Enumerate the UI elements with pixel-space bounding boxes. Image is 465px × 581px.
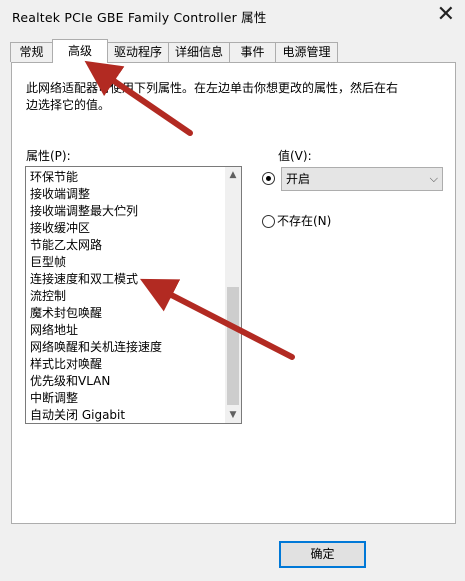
list-item[interactable]: 网络地址: [30, 322, 78, 339]
scrollbar-thumb[interactable]: [227, 287, 239, 405]
radio-selected-dot: [266, 176, 271, 181]
description-text: 此网络适配器可使用下列属性。在左边单击你想更改的属性，然后在右边选择它的值。: [26, 81, 399, 112]
list-item[interactable]: 网络唤醒和关机连接速度: [30, 339, 162, 356]
list-item[interactable]: 接收缓冲区: [30, 220, 90, 237]
list-item[interactable]: 连接速度和双工模式: [30, 271, 138, 288]
list-item[interactable]: 接收端调整最大伫列: [30, 203, 138, 220]
value-dropdown[interactable]: 开启 ⌵: [281, 167, 443, 191]
list-item[interactable]: 接收端调整: [30, 186, 90, 203]
chevron-down-icon: ⌵: [429, 172, 438, 185]
list-item[interactable]: 魔术封包唤醒: [30, 305, 102, 322]
property-listbox[interactable]: 环保节能 接收端调整 接收端调整最大伫列 接收缓冲区 节能乙太网路 巨型帧 连接…: [25, 166, 242, 424]
list-scrollbar[interactable]: ▲ ▼: [225, 167, 241, 423]
tab-details[interactable]: 详细信息: [168, 42, 230, 62]
not-present-radio[interactable]: [262, 215, 275, 228]
list-item[interactable]: 样式比对唤醒: [30, 356, 102, 373]
dropdown-value: 开启: [286, 172, 311, 186]
tab-power-management[interactable]: 电源管理: [275, 42, 338, 62]
list-item[interactable]: 优先级和VLAN: [30, 373, 110, 390]
list-item[interactable]: 环保节能: [30, 169, 78, 186]
scroll-down-icon[interactable]: ▼: [225, 407, 241, 423]
close-icon[interactable]: ✕: [437, 1, 455, 29]
value-label: 值(V):: [278, 149, 312, 163]
property-label: 属性(P):: [26, 149, 71, 163]
tab-advanced[interactable]: 高级: [52, 39, 108, 63]
list-item[interactable]: 中断调整: [30, 390, 78, 407]
tab-events[interactable]: 事件: [229, 42, 276, 62]
advanced-tab-panel: 此网络适配器可使用下列属性。在左边单击你想更改的属性，然后在右边选择它的值。 属…: [11, 62, 456, 524]
tab-driver[interactable]: 驱动程序: [107, 42, 169, 62]
list-item[interactable]: 巨型帧: [30, 254, 66, 271]
ok-button[interactable]: 确定: [279, 541, 366, 568]
window-title: Realtek PCIe GBE Family Controller 属性: [12, 10, 267, 25]
list-item[interactable]: 自动关闭 Gigabit: [30, 407, 125, 423]
list-item[interactable]: 节能乙太网路: [30, 237, 102, 254]
list-item[interactable]: 流控制: [30, 288, 66, 305]
tab-general[interactable]: 常规: [10, 42, 53, 62]
not-present-label[interactable]: 不存在(N): [277, 212, 331, 229]
value-radio[interactable]: [262, 172, 275, 185]
scroll-up-icon[interactable]: ▲: [225, 167, 241, 183]
